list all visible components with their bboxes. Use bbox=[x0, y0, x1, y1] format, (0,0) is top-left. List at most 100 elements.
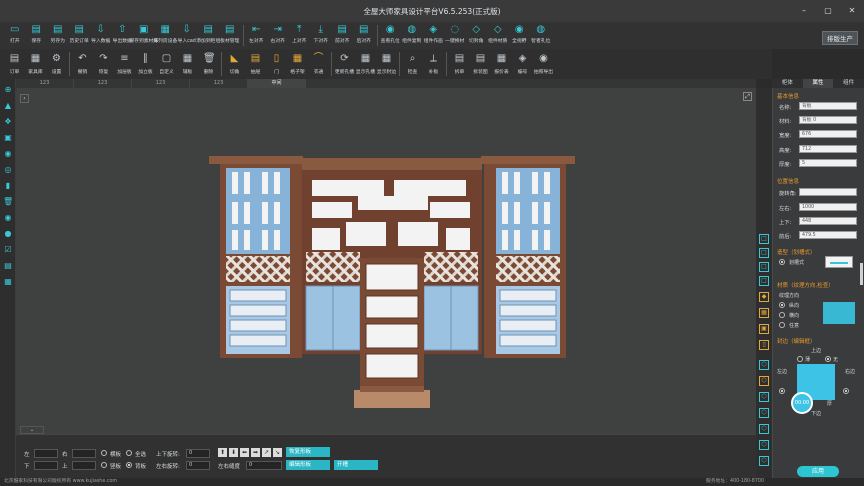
edit-button-5[interactable]: ≡ 加层板 bbox=[114, 49, 135, 79]
edit-button-19[interactable]: ⟂ 补板 bbox=[423, 49, 444, 79]
toolbar-button-17[interactable]: ◉ 查看孔位 bbox=[380, 22, 402, 49]
doc-tab[interactable]: 123 bbox=[74, 79, 132, 88]
target-icon[interactable]: ◉ bbox=[3, 213, 13, 223]
side-view-icon[interactable]: □ bbox=[759, 248, 769, 258]
hex-icon-4[interactable]: ⬡ bbox=[759, 408, 769, 418]
edit-button-2[interactable]: ⚙ 设置 bbox=[46, 49, 67, 79]
toolbar-button-10[interactable]: ▤ 板材管理 bbox=[219, 22, 241, 49]
toolbar-button-8[interactable]: ⇩ 导入cad bbox=[176, 22, 198, 49]
box-icon[interactable]: ▣ bbox=[3, 133, 13, 143]
ud-rotate-input[interactable]: 0 bbox=[186, 449, 210, 458]
name-field[interactable]: 背板 bbox=[799, 102, 857, 110]
box-view-icon[interactable]: ▣ bbox=[759, 324, 769, 334]
doc-icon[interactable]: ▤ bbox=[3, 261, 13, 271]
grain-vertical-radio[interactable] bbox=[779, 302, 785, 308]
width-field[interactable]: 676 bbox=[799, 130, 857, 138]
toolbar-button-3[interactable]: ▤ 历史订单 bbox=[69, 22, 91, 49]
lr-rotate-input[interactable]: 0 bbox=[186, 461, 210, 470]
right-input[interactable] bbox=[72, 449, 96, 458]
toolbar-button-23[interactable]: ◉ 全视野 bbox=[509, 22, 531, 49]
hex-icon-2[interactable]: ⬡ bbox=[759, 376, 769, 386]
door-view-icon[interactable]: ▯ bbox=[759, 340, 769, 350]
hex-icon-1[interactable]: ⬡ bbox=[759, 360, 769, 370]
edit-button-4[interactable]: ↷ 恢复 bbox=[93, 49, 114, 79]
tab-cabinet[interactable]: 柜体 bbox=[772, 79, 803, 88]
checkbox-icon[interactable]: ☑ bbox=[3, 245, 13, 255]
trash-icon[interactable]: 🗑 bbox=[3, 197, 13, 207]
cabinet-render[interactable] bbox=[16, 88, 756, 434]
edit-button-10[interactable]: ◣ 切角 bbox=[224, 49, 245, 79]
edge-top-radio[interactable] bbox=[797, 356, 803, 362]
edit-button-1[interactable]: ▦ 家具库 bbox=[25, 49, 46, 79]
arrow-down-button[interactable]: ⬇ bbox=[229, 448, 238, 457]
apply-button[interactable]: 应用 bbox=[797, 466, 839, 477]
toolbar-button-24[interactable]: ◍ 智者孔位 bbox=[530, 22, 552, 49]
shape-radio[interactable] bbox=[779, 259, 785, 265]
toolbar-button-5[interactable]: ⇧ 导出数据 bbox=[112, 22, 134, 49]
edge-left-radio[interactable] bbox=[779, 388, 785, 394]
doc-tab[interactable]: 123 bbox=[132, 79, 190, 88]
lr-field[interactable]: 1000 bbox=[799, 203, 857, 211]
toolbar-button-1[interactable]: ▤ 保存 bbox=[26, 22, 48, 49]
edit-button-17[interactable]: ▦ 显示封边 bbox=[376, 49, 397, 79]
front-view-icon[interactable]: □ bbox=[759, 234, 769, 244]
collapse-panel-icon[interactable]: ⌄ bbox=[20, 426, 44, 434]
edit-button-21[interactable]: ▤ 拆装图 bbox=[470, 49, 491, 79]
hex-icon-3[interactable]: ⬡ bbox=[759, 392, 769, 402]
arrow-downright-button[interactable]: ↘ bbox=[273, 448, 282, 457]
toolbar-button-2[interactable]: ▤ 另存为 bbox=[47, 22, 69, 49]
toolbar-button-15[interactable]: ▤ 前对齐 bbox=[332, 22, 354, 49]
edit-button-20[interactable]: ▤ 拆单 bbox=[449, 49, 470, 79]
edit-board-button[interactable]: 编辑形板 bbox=[286, 460, 330, 470]
edit-button-22[interactable]: ▦ 报价表 bbox=[491, 49, 512, 79]
toolbar-button-14[interactable]: ⤓ 下对齐 bbox=[310, 22, 332, 49]
toolbar-button-6[interactable]: ▣ 保存到素材库 bbox=[129, 22, 158, 49]
toolbar-button-13[interactable]: ⤒ 上对齐 bbox=[289, 22, 311, 49]
arrow-right-button[interactable]: ➡ bbox=[251, 448, 260, 457]
layers-icon[interactable]: ❖ bbox=[3, 117, 13, 127]
toolbar-button-9[interactable]: ▤ 添加到柜组 bbox=[196, 22, 220, 49]
toolbar-button-0[interactable]: ▭ 打开 bbox=[4, 22, 26, 49]
grain-horizontal-radio[interactable] bbox=[779, 312, 785, 318]
height-field[interactable]: 712 bbox=[799, 145, 857, 153]
rotation-field[interactable] bbox=[799, 188, 857, 196]
toolbar-button-18[interactable]: ◍ 组件复制 bbox=[401, 22, 423, 49]
grain-any-radio[interactable] bbox=[779, 322, 785, 328]
grid-icon[interactable]: ▦ bbox=[3, 277, 13, 287]
triangle-icon[interactable]: ▲ bbox=[3, 101, 13, 111]
panel-scrollbar[interactable] bbox=[860, 263, 863, 285]
tab-component[interactable]: 组件 bbox=[833, 79, 864, 88]
top-view-icon[interactable]: □ bbox=[759, 262, 769, 272]
ud-field[interactable]: 448 bbox=[799, 217, 857, 225]
edit-button-8[interactable]: ▦ 辅板 bbox=[177, 49, 198, 79]
edit-button-6[interactable]: ∥ 加立板 bbox=[135, 49, 156, 79]
lr-gap-input[interactable]: 0 bbox=[246, 461, 282, 470]
panel-icon[interactable]: ▮ bbox=[3, 181, 13, 191]
toolbar-button-4[interactable]: ⇩ 导入数据 bbox=[90, 22, 112, 49]
toolbar-button-11[interactable]: ⇤ 左对齐 bbox=[246, 22, 268, 49]
minimize-button[interactable]: – bbox=[792, 0, 816, 22]
left-input[interactable] bbox=[34, 449, 58, 458]
layout-production-button[interactable]: 排版生产 bbox=[822, 31, 858, 45]
toolbar-button-16[interactable]: ▤ 后对齐 bbox=[353, 22, 375, 49]
tab-properties[interactable]: 属性 bbox=[802, 79, 834, 88]
edit-button-18[interactable]: ⌕ 检查 bbox=[402, 49, 423, 79]
maximize-button[interactable]: ▢ bbox=[816, 0, 840, 22]
fb-field[interactable]: 479.5 bbox=[799, 231, 857, 239]
arrow-left-button[interactable]: ⬅ bbox=[240, 448, 249, 457]
edit-button-14[interactable]: ⌒ 衣通 bbox=[308, 49, 329, 79]
doc-tab-active[interactable]: 中间 bbox=[248, 79, 306, 88]
eye-slash-icon[interactable]: ◉ bbox=[3, 149, 13, 159]
edge-center-value[interactable]: 00.00 bbox=[791, 392, 813, 414]
hex-icon-7[interactable]: ⬡ bbox=[759, 456, 769, 466]
back-radio[interactable] bbox=[126, 462, 132, 468]
edit-button-7[interactable]: ▢ 自定义 bbox=[156, 49, 177, 79]
select-all-radio[interactable] bbox=[126, 450, 132, 456]
toolbar-button-7[interactable]: ▦ 排列房设备 bbox=[153, 22, 177, 49]
restore-board-button[interactable]: 恢复形板 bbox=[286, 447, 330, 457]
hex-icon-5[interactable]: ⬡ bbox=[759, 424, 769, 434]
doc-tab[interactable]: 123 bbox=[190, 79, 248, 88]
back-view-icon[interactable]: □ bbox=[759, 276, 769, 286]
edit-button-23[interactable]: ◈ 编号 bbox=[512, 49, 533, 79]
groove-button[interactable]: 开槽 bbox=[334, 460, 378, 470]
